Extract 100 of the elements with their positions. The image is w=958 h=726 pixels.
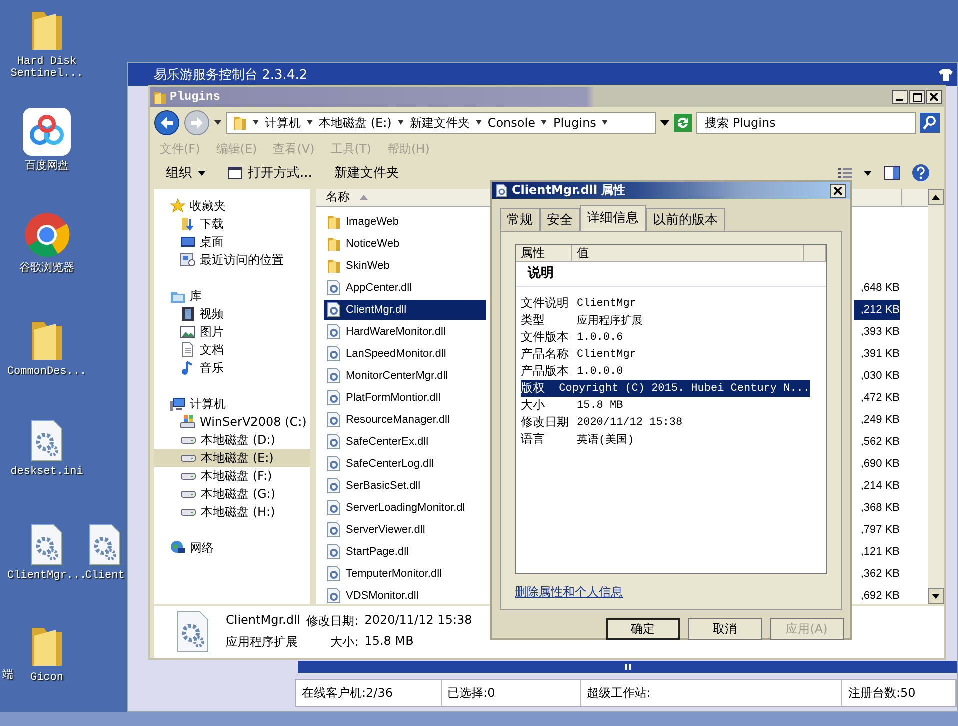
desktop-icon-label[interactable]: CommonDes...: [7, 366, 87, 378]
property-row[interactable]: 大小 15.8 MB: [521, 397, 810, 414]
column-header[interactable]: 属性: [516, 245, 572, 261]
nav-item[interactable]: 计算机: [154, 395, 310, 413]
breadcrumb-item[interactable]: 新建文件夹: [410, 114, 470, 132]
vertical-scrollbar[interactable]: [928, 189, 944, 604]
nav-item[interactable]: 文档: [154, 341, 310, 359]
cloud-app-icon[interactable]: [23, 108, 71, 156]
dialog-button[interactable]: 取消: [688, 618, 762, 640]
desktop-icon-label[interactable]: Gicon: [30, 672, 64, 684]
chevron-icon[interactable]: [476, 120, 482, 126]
property-row[interactable]: 语言 英语(美国): [521, 431, 810, 448]
nav-item[interactable]: 库: [154, 287, 310, 305]
dropdown-caret-icon[interactable]: [660, 120, 670, 126]
file-item[interactable]: PlatFormMontior.dll: [324, 388, 486, 408]
minimize-button[interactable]: [892, 90, 908, 104]
breadcrumb-item[interactable]: Console: [488, 116, 536, 130]
tab[interactable]: 以前的版本: [646, 208, 725, 231]
remove-properties-link[interactable]: 删除属性和个人信息: [515, 584, 623, 601]
dropdown-caret-icon[interactable]: [864, 170, 872, 176]
file-item[interactable]: VDSMonitor.dll: [324, 586, 486, 606]
horizontal-scrollbar[interactable]: [298, 661, 957, 673]
file-item[interactable]: MonitorCenterMgr.dll: [324, 366, 486, 386]
property-row[interactable]: 修改日期 2020/11/12 15:38: [521, 414, 810, 431]
file-item[interactable]: TemputerMonitor.dll: [324, 564, 486, 584]
nav-item[interactable]: 音乐: [154, 359, 310, 377]
close-button[interactable]: [926, 90, 942, 104]
chevron-icon[interactable]: [602, 120, 608, 126]
column-header[interactable]: 值: [572, 245, 804, 261]
maximize-button[interactable]: [909, 90, 925, 104]
property-row[interactable]: 类型 应用程序扩展: [521, 312, 810, 329]
chevron-icon[interactable]: [398, 120, 404, 126]
file-item[interactable]: ImageWeb: [324, 212, 486, 232]
file-item[interactable]: HardWareMonitor.dll: [324, 322, 486, 342]
property-row[interactable]: 文件说明 ClientMgr: [521, 295, 810, 312]
property-row[interactable]: 产品名称 ClientMgr: [521, 346, 810, 363]
file-item[interactable]: AppCenter.dll: [324, 278, 486, 298]
property-row[interactable]: 产品版本 1.0.0.0: [521, 363, 810, 380]
nav-item[interactable]: 下载: [154, 215, 310, 233]
desktop-icon-label[interactable]: 谷歌浏览器: [20, 262, 74, 274]
browser-icon[interactable]: [24, 212, 70, 258]
nav-item[interactable]: WinSerV2008 (C:): [154, 413, 310, 431]
nav-item[interactable]: 本地磁盘 (E:): [154, 449, 310, 467]
tab[interactable]: 详细信息: [580, 205, 646, 231]
file-item[interactable]: ResourceManager.dll: [324, 410, 486, 430]
tab[interactable]: 常规: [500, 208, 540, 231]
nav-item[interactable]: 桌面: [154, 233, 310, 251]
breadcrumb-item[interactable]: 计算机: [265, 114, 301, 132]
settings-file-icon[interactable]: [88, 524, 122, 566]
desktop-icon-label[interactable]: 端: [2, 670, 14, 682]
nav-item[interactable]: 本地磁盘 (G:): [154, 485, 310, 503]
nav-item[interactable]: 最近访问的位置: [154, 251, 310, 269]
open-with-button[interactable]: 打开方式...: [226, 162, 314, 184]
file-item[interactable]: ServerLoadingMonitor.dl: [324, 498, 486, 518]
scroll-down-button[interactable]: [928, 588, 944, 604]
close-button[interactable]: [830, 184, 846, 198]
scroll-up-button[interactable]: [928, 189, 944, 205]
file-item[interactable]: SerBasicSet.dll: [324, 476, 486, 496]
chevron-icon[interactable]: [307, 120, 313, 126]
desktop-icon-label[interactable]: deskset.ini: [10, 466, 84, 478]
nav-item[interactable]: 网络: [154, 539, 310, 557]
refresh-icon[interactable]: [674, 114, 692, 132]
file-item[interactable]: SafeCenterLog.dll: [324, 454, 486, 474]
preview-pane-icon[interactable]: [884, 166, 900, 180]
nav-item[interactable]: 本地磁盘 (H:): [154, 503, 310, 521]
desktop-icon-label[interactable]: Client: [85, 570, 125, 582]
search-field[interactable]: 搜索 Plugins: [696, 112, 916, 134]
desktop-icon-label[interactable]: Hard Disk Sentinel...: [9, 56, 85, 80]
file-item[interactable]: NoticeWeb: [324, 234, 486, 254]
shirt-icon[interactable]: [939, 68, 953, 80]
nav-item[interactable]: 本地磁盘 (F:): [154, 467, 310, 485]
settings-file-icon[interactable]: [30, 420, 64, 462]
nav-item[interactable]: 视频: [154, 305, 310, 323]
file-item[interactable]: SkinWeb: [324, 256, 486, 276]
new-folder-button[interactable]: 新建文件夹: [332, 162, 402, 184]
desktop-icon-label[interactable]: 百度网盘: [25, 160, 69, 172]
organize-button[interactable]: 组织: [164, 162, 208, 184]
view-list-icon[interactable]: [838, 167, 852, 179]
desktop-icon-label[interactable]: ClientMgr...: [7, 570, 87, 582]
address-bar[interactable]: 计算机 本地磁盘 (E:) 新建文件夹 Console Plugins: [226, 112, 656, 134]
chevron-icon[interactable]: [253, 120, 259, 126]
dropdown-caret-icon[interactable]: [214, 120, 222, 126]
dialog-button[interactable]: 确定: [606, 618, 680, 640]
tab[interactable]: 安全: [540, 208, 580, 231]
breadcrumb-item[interactable]: Plugins: [553, 116, 596, 130]
help-icon[interactable]: [912, 164, 930, 182]
file-item[interactable]: ServerViewer.dll: [324, 520, 486, 540]
file-item[interactable]: SafeCenterEx.dll: [324, 432, 486, 452]
file-item[interactable]: ClientMgr.dll: [324, 300, 486, 320]
breadcrumb-item[interactable]: 本地磁盘 (E:): [319, 114, 392, 132]
nav-item[interactable]: 本地磁盘 (D:): [154, 431, 310, 449]
chevron-icon[interactable]: [541, 120, 548, 126]
file-item[interactable]: StartPage.dll: [324, 542, 486, 562]
property-row[interactable]: 版权 Copyright (C) 2015. Hubei Century N...: [521, 380, 810, 397]
property-row[interactable]: 文件版本 1.0.0.6: [521, 329, 810, 346]
nav-item[interactable]: 图片: [154, 323, 310, 341]
nav-item[interactable]: 收藏夹: [154, 197, 310, 215]
file-item[interactable]: LanSpeedMonitor.dll: [324, 344, 486, 364]
settings-file-icon[interactable]: [30, 524, 64, 566]
search-icon[interactable]: [920, 113, 940, 133]
